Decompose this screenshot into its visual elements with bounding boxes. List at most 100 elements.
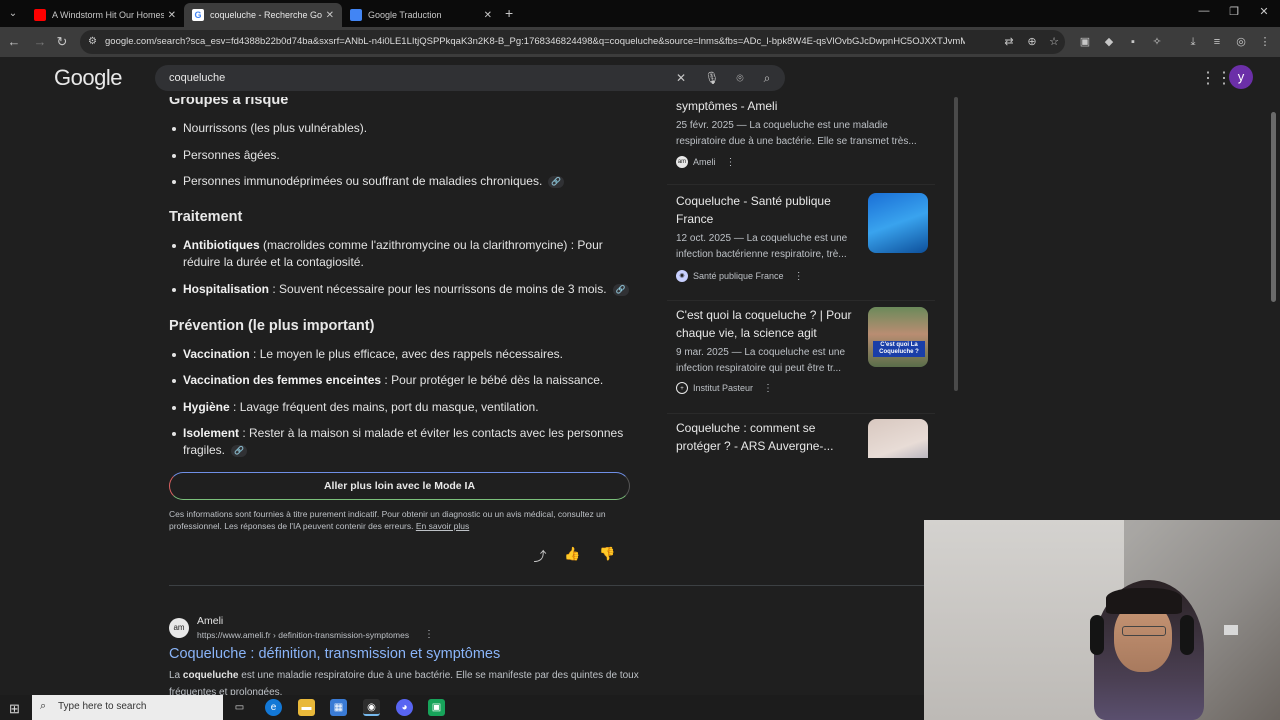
forward-icon[interactable]: → bbox=[32, 34, 48, 49]
url-text[interactable]: google.com/search?sca_esv=fd4388b22b0d74… bbox=[105, 36, 965, 47]
source-name: + Institut Pasteur ⋮ bbox=[676, 382, 773, 394]
result-site-name[interactable]: Ameli bbox=[197, 615, 223, 627]
new-tab-icon[interactable]: + bbox=[505, 5, 519, 21]
store-icon[interactable]: ▦ bbox=[330, 699, 347, 716]
link-icon[interactable]: 🔗 bbox=[612, 283, 629, 296]
file-explorer-icon[interactable]: ▬ bbox=[298, 699, 315, 716]
source-title[interactable]: Coqueluche : comment se protéger ? - ARS… bbox=[676, 419, 861, 455]
source-snippet: 9 mar. 2025 — La coqueluche est une infe… bbox=[676, 347, 846, 374]
reading-list-icon[interactable]: ≡ bbox=[1210, 35, 1224, 49]
source-card[interactable]: Coqueluche - Santé publique France 12 oc… bbox=[667, 189, 935, 297]
profile-icon[interactable]: ◎ bbox=[1234, 35, 1248, 49]
extension-translate-icon[interactable]: ▣ bbox=[1078, 35, 1092, 49]
search-box[interactable]: coqueluche ✕ 🎙 ⌾ ⌕ bbox=[155, 65, 785, 91]
close-icon[interactable]: ✕ bbox=[484, 10, 492, 21]
edge-icon[interactable]: e bbox=[265, 699, 282, 716]
clear-icon[interactable]: ✕ bbox=[673, 71, 689, 85]
tab-search-icon[interactable]: ⌄ bbox=[4, 5, 22, 23]
ai-disclaimer: Ces informations sont fournies à titre p… bbox=[169, 509, 606, 531]
google-logo[interactable]: Google bbox=[54, 65, 122, 91]
share-icon[interactable]: ⤴ bbox=[532, 546, 548, 565]
sources-panel: symptômes - Ameli 25 févr. 2025 — La coq… bbox=[667, 97, 955, 458]
source-name: ◉ Santé publique France ⋮ bbox=[676, 270, 804, 282]
list-item: Nourrissons (les plus vulnérables). bbox=[172, 120, 639, 137]
separator bbox=[667, 413, 935, 414]
address-bar[interactable]: ⚙ google.com/search?sca_esv=fd4388b22b0d… bbox=[80, 30, 1065, 54]
site-info-icon[interactable]: ⚙ bbox=[88, 36, 97, 47]
translate-page-icon[interactable]: ⇄ bbox=[1002, 35, 1016, 48]
extensions-puzzle-icon[interactable]: ✧ bbox=[1150, 35, 1164, 49]
avatar[interactable]: y bbox=[1229, 65, 1253, 89]
discord-icon[interactable]: ◕ bbox=[396, 699, 413, 716]
source-title[interactable]: symptômes - Ameli bbox=[676, 97, 931, 115]
learn-more-link[interactable]: En savoir plus bbox=[416, 521, 469, 531]
more-options-icon[interactable]: ⋮ bbox=[424, 629, 434, 640]
lens-icon[interactable]: ⌾ bbox=[732, 71, 748, 86]
thumbs-down-icon[interactable]: 👎 bbox=[599, 546, 615, 562]
screen: ⌄ A Windstorm Hit Our Homeste ✕ G coquel… bbox=[0, 0, 1280, 720]
minimize-icon[interactable]: — bbox=[1196, 5, 1212, 17]
search-header: Google coqueluche ✕ 🎙 ⌾ ⌕ ⋮⋮ y bbox=[0, 57, 1270, 97]
close-icon[interactable]: ✕ bbox=[326, 10, 334, 21]
tab-google-search[interactable]: G coqueluche - Recherche Googl ✕ bbox=[184, 3, 342, 27]
source-title[interactable]: Coqueluche - Santé publique France bbox=[676, 192, 861, 228]
download-icon[interactable]: ⤓ bbox=[1186, 35, 1200, 49]
separator bbox=[667, 184, 935, 185]
result-snippet: La coqueluche est une maladie respiratoi… bbox=[169, 670, 639, 695]
link-icon[interactable]: 🔗 bbox=[548, 175, 565, 188]
close-icon[interactable]: ✕ bbox=[168, 10, 176, 21]
menu-icon[interactable]: ⋮ bbox=[1258, 35, 1272, 49]
search-input[interactable]: coqueluche bbox=[169, 72, 225, 84]
source-card[interactable]: Coqueluche : comment se protéger ? - ARS… bbox=[667, 417, 935, 458]
bookmark-star-icon[interactable]: ☆ bbox=[1047, 35, 1061, 48]
source-title[interactable]: C'est quoi la coqueluche ? | Pour chaque… bbox=[676, 306, 861, 342]
source-card[interactable]: C'est quoi la coqueluche ? | Pour chaque… bbox=[667, 304, 935, 412]
taskbar: ⊞ ⌕ Type here to search ▭ e ▬ ▦ ◉ ◕ ▣ bbox=[0, 695, 924, 720]
windows-start-icon[interactable]: ⊞ bbox=[9, 701, 20, 717]
thumbnail-caption: C'est quoi La Coqueluche ? bbox=[873, 341, 925, 357]
close-window-icon[interactable]: ✕ bbox=[1256, 5, 1272, 18]
source-snippet: 25 févr. 2025 — La coqueluche est une ma… bbox=[676, 120, 917, 147]
list-item: Vaccination : Le moyen le plus efficace,… bbox=[172, 346, 639, 363]
more-options-icon[interactable]: ⋮ bbox=[794, 271, 804, 282]
microphone-icon[interactable]: 🎙 bbox=[704, 71, 720, 85]
glasses bbox=[1122, 626, 1166, 636]
result-url[interactable]: https://www.ameli.fr › definition-transm… bbox=[197, 630, 409, 640]
task-view-icon[interactable]: ▭ bbox=[231, 699, 248, 716]
taskbar-search[interactable]: ⌕ Type here to search bbox=[32, 695, 223, 720]
sources-scrollbar[interactable] bbox=[954, 97, 958, 391]
divider bbox=[169, 585, 924, 586]
search-icon[interactable]: ⌕ bbox=[759, 71, 775, 86]
source-card[interactable]: symptômes - Ameli 25 févr. 2025 — La coq… bbox=[667, 97, 935, 181]
result-title-link[interactable]: Coqueluche : définition, transmission et… bbox=[169, 646, 500, 662]
apps-grid-icon[interactable]: ⋮⋮ bbox=[1200, 68, 1232, 88]
extension-diamond-icon[interactable]: ◆ bbox=[1102, 35, 1116, 49]
back-icon[interactable]: ← bbox=[6, 34, 22, 49]
source-thumbnail[interactable]: C'est quoi La Coqueluche ? bbox=[868, 307, 928, 367]
reload-icon[interactable]: ↻ bbox=[54, 34, 70, 50]
list-item: Antibiotiques (macrolides comme l'azithr… bbox=[172, 237, 639, 271]
tab-title: coqueluche - Recherche Googl bbox=[210, 10, 322, 20]
list-item: Isolement : Rester à la maison si malade… bbox=[172, 425, 639, 459]
page-scrollbar[interactable] bbox=[1271, 112, 1276, 302]
spf-icon: ◉ bbox=[676, 270, 688, 282]
app-icon[interactable]: ▣ bbox=[428, 699, 445, 716]
prevention-heading: Prévention (le plus important) bbox=[169, 318, 375, 334]
ai-mode-button[interactable]: Aller plus loin avec le Mode IA bbox=[169, 472, 630, 500]
chrome-icon[interactable]: ◉ bbox=[363, 699, 380, 716]
source-thumbnail[interactable] bbox=[868, 193, 928, 253]
tab-google-translate[interactable]: Google Traduction ✕ bbox=[342, 3, 500, 27]
ameli-favicon: am bbox=[169, 618, 189, 638]
zoom-icon[interactable]: ⊕ bbox=[1025, 35, 1039, 48]
more-options-icon[interactable]: ⋮ bbox=[726, 157, 736, 168]
extension-blue-icon[interactable]: ▪ bbox=[1126, 35, 1140, 49]
source-thumbnail[interactable] bbox=[868, 419, 928, 458]
list-item: Personnes immunodéprimées ou souffrant d… bbox=[172, 173, 639, 190]
webcam-object bbox=[1224, 625, 1238, 635]
link-icon[interactable]: 🔗 bbox=[231, 444, 248, 457]
tab-youtube[interactable]: A Windstorm Hit Our Homeste ✕ bbox=[26, 3, 184, 27]
headphone-left bbox=[1090, 615, 1104, 655]
more-options-icon[interactable]: ⋮ bbox=[763, 383, 773, 394]
restore-icon[interactable]: ❐ bbox=[1226, 5, 1242, 18]
thumbs-up-icon[interactable]: 👍 bbox=[564, 546, 580, 562]
